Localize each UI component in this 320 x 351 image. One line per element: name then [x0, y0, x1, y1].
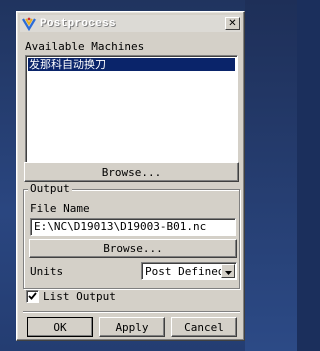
- footer-separator: [23, 311, 240, 313]
- apply-button[interactable]: Apply: [99, 317, 165, 337]
- output-browse-button[interactable]: Browse...: [29, 239, 237, 258]
- list-output-checkbox[interactable]: [26, 290, 39, 303]
- list-output-label: List Output: [43, 290, 116, 303]
- output-group-title: Output: [28, 182, 72, 195]
- desktop-background: [245, 0, 297, 351]
- chevron-down-icon: [224, 265, 232, 278]
- close-icon: ✕: [228, 17, 237, 29]
- units-dropdown-button[interactable]: [221, 264, 235, 278]
- file-name-label: File Name: [30, 202, 90, 215]
- postprocess-dialog: Postprocess ✕ Available Machines 发那科自动换刀…: [16, 11, 245, 341]
- units-selected-value: Post Defined: [145, 264, 221, 278]
- file-name-input[interactable]: E:\NC\D19013\D19003-B01.nc: [30, 218, 236, 236]
- available-machines-label: Available Machines: [25, 40, 145, 53]
- window-title: Postprocess: [40, 17, 116, 30]
- units-label: Units: [30, 265, 64, 278]
- machines-browse-button[interactable]: Browse...: [24, 162, 239, 182]
- ok-button[interactable]: OK: [27, 317, 93, 337]
- checkmark-icon: [28, 290, 37, 303]
- units-select[interactable]: Post Defined: [141, 262, 237, 280]
- machines-listbox[interactable]: 发那科自动换刀: [25, 55, 238, 170]
- title-bar[interactable]: Postprocess ✕: [20, 15, 241, 32]
- machine-list-item[interactable]: 发那科自动换刀: [28, 58, 235, 71]
- close-button[interactable]: ✕: [225, 17, 240, 30]
- app-icon: [21, 16, 37, 32]
- cancel-button[interactable]: Cancel: [171, 317, 237, 337]
